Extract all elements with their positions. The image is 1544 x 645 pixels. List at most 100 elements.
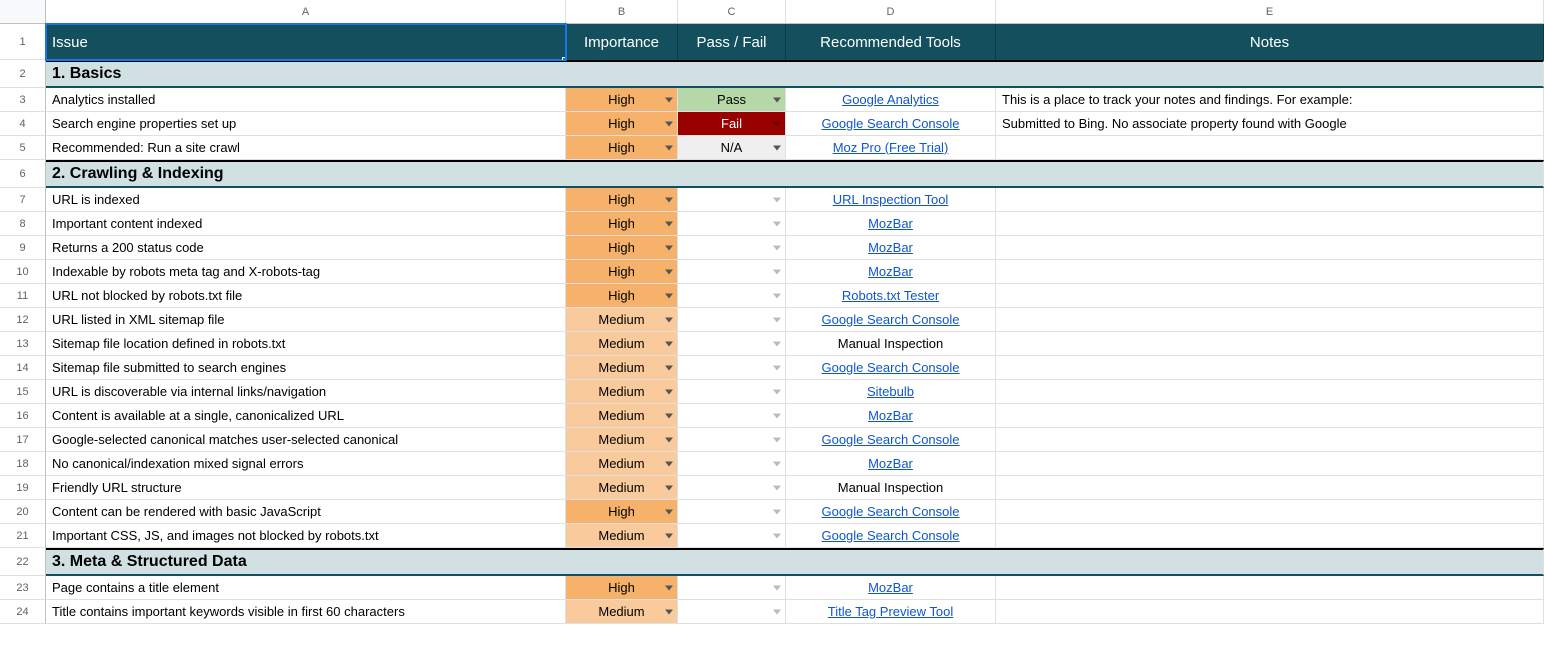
dropdown-arrow-icon[interactable] bbox=[773, 609, 781, 614]
tool-link[interactable]: Sitebulb bbox=[867, 384, 914, 399]
dropdown-arrow-icon[interactable] bbox=[773, 245, 781, 250]
cell-tool[interactable]: Google Search Console bbox=[786, 524, 996, 548]
row-header-16[interactable]: 16 bbox=[0, 404, 46, 428]
dropdown-arrow-icon[interactable] bbox=[773, 485, 781, 490]
cell-passfail[interactable] bbox=[678, 500, 786, 524]
tool-link[interactable]: Moz Pro (Free Trial) bbox=[833, 140, 949, 155]
cell-notes[interactable] bbox=[996, 236, 1544, 260]
dropdown-arrow-icon[interactable] bbox=[665, 461, 673, 466]
cell-tool[interactable]: Google Search Console bbox=[786, 356, 996, 380]
cell-notes[interactable] bbox=[996, 576, 1544, 600]
header-passfail[interactable]: Pass / Fail bbox=[678, 24, 786, 60]
cell-passfail[interactable] bbox=[678, 524, 786, 548]
cell-tool[interactable]: URL Inspection Tool bbox=[786, 188, 996, 212]
dropdown-arrow-icon[interactable] bbox=[773, 121, 781, 126]
section-header[interactable]: 2. Crawling & Indexing bbox=[46, 160, 1544, 188]
cell-passfail[interactable]: Pass bbox=[678, 88, 786, 112]
dropdown-arrow-icon[interactable] bbox=[665, 269, 673, 274]
tool-link[interactable]: Robots.txt Tester bbox=[842, 288, 939, 303]
dropdown-arrow-icon[interactable] bbox=[665, 485, 673, 490]
dropdown-arrow-icon[interactable] bbox=[773, 509, 781, 514]
cell-issue[interactable]: URL listed in XML sitemap file bbox=[46, 308, 566, 332]
dropdown-arrow-icon[interactable] bbox=[665, 221, 673, 226]
dropdown-arrow-icon[interactable] bbox=[773, 585, 781, 590]
cell-notes[interactable] bbox=[996, 476, 1544, 500]
cell-issue[interactable]: Friendly URL structure bbox=[46, 476, 566, 500]
row-header-20[interactable]: 20 bbox=[0, 500, 46, 524]
selection-handle[interactable] bbox=[562, 57, 566, 60]
row-header-15[interactable]: 15 bbox=[0, 380, 46, 404]
dropdown-arrow-icon[interactable] bbox=[773, 461, 781, 466]
dropdown-arrow-icon[interactable] bbox=[665, 121, 673, 126]
cell-tool[interactable]: Moz Pro (Free Trial) bbox=[786, 136, 996, 160]
row-header-7[interactable]: 7 bbox=[0, 188, 46, 212]
cell-passfail[interactable]: N/A bbox=[678, 136, 786, 160]
cell-notes[interactable] bbox=[996, 404, 1544, 428]
tool-link[interactable]: Google Search Console bbox=[821, 312, 959, 327]
dropdown-arrow-icon[interactable] bbox=[665, 317, 673, 322]
cell-issue[interactable]: Search engine properties set up bbox=[46, 112, 566, 136]
dropdown-arrow-icon[interactable] bbox=[665, 97, 673, 102]
tool-link[interactable]: MozBar bbox=[868, 580, 913, 595]
dropdown-arrow-icon[interactable] bbox=[665, 609, 673, 614]
cell-tool[interactable]: MozBar bbox=[786, 452, 996, 476]
dropdown-arrow-icon[interactable] bbox=[773, 97, 781, 102]
tool-link[interactable]: Google Search Console bbox=[821, 432, 959, 447]
tool-link[interactable]: Title Tag Preview Tool bbox=[828, 604, 954, 619]
cell-tool[interactable]: Google Search Console bbox=[786, 428, 996, 452]
row-header-2[interactable]: 2 bbox=[0, 60, 46, 88]
tool-link[interactable]: MozBar bbox=[868, 264, 913, 279]
dropdown-arrow-icon[interactable] bbox=[773, 437, 781, 442]
cell-tool[interactable]: Title Tag Preview Tool bbox=[786, 600, 996, 624]
cell-issue[interactable]: URL is indexed bbox=[46, 188, 566, 212]
col-header-E[interactable]: E bbox=[996, 0, 1544, 24]
cell-importance[interactable]: High bbox=[566, 188, 678, 212]
cell-passfail[interactable] bbox=[678, 332, 786, 356]
cell-issue[interactable]: Page contains a title element bbox=[46, 576, 566, 600]
cell-importance[interactable]: Medium bbox=[566, 476, 678, 500]
cell-tool[interactable]: MozBar bbox=[786, 260, 996, 284]
cell-importance[interactable]: Medium bbox=[566, 404, 678, 428]
tool-link[interactable]: MozBar bbox=[868, 216, 913, 231]
cell-passfail[interactable] bbox=[678, 576, 786, 600]
dropdown-arrow-icon[interactable] bbox=[773, 293, 781, 298]
cell-issue[interactable]: Sitemap file location defined in robots.… bbox=[46, 332, 566, 356]
row-header-13[interactable]: 13 bbox=[0, 332, 46, 356]
cell-issue[interactable]: Important content indexed bbox=[46, 212, 566, 236]
cell-passfail[interactable] bbox=[678, 260, 786, 284]
cell-passfail[interactable] bbox=[678, 600, 786, 624]
cell-tool[interactable]: Manual Inspection bbox=[786, 476, 996, 500]
dropdown-arrow-icon[interactable] bbox=[665, 145, 673, 150]
cell-importance[interactable]: Medium bbox=[566, 308, 678, 332]
cell-issue[interactable]: Recommended: Run a site crawl bbox=[46, 136, 566, 160]
dropdown-arrow-icon[interactable] bbox=[665, 389, 673, 394]
cell-issue[interactable]: URL is discoverable via internal links/n… bbox=[46, 380, 566, 404]
cell-passfail[interactable] bbox=[678, 212, 786, 236]
cell-notes[interactable] bbox=[996, 524, 1544, 548]
tool-link[interactable]: Google Analytics bbox=[842, 92, 939, 107]
dropdown-arrow-icon[interactable] bbox=[665, 197, 673, 202]
cell-notes[interactable] bbox=[996, 136, 1544, 160]
cell-issue[interactable]: URL not blocked by robots.txt file bbox=[46, 284, 566, 308]
tool-link[interactable]: Google Search Console bbox=[821, 504, 959, 519]
cell-passfail[interactable]: Fail bbox=[678, 112, 786, 136]
cell-issue[interactable]: Returns a 200 status code bbox=[46, 236, 566, 260]
cell-notes[interactable] bbox=[996, 500, 1544, 524]
cell-issue[interactable]: Indexable by robots meta tag and X-robot… bbox=[46, 260, 566, 284]
dropdown-arrow-icon[interactable] bbox=[665, 509, 673, 514]
cell-importance[interactable]: Medium bbox=[566, 332, 678, 356]
dropdown-arrow-icon[interactable] bbox=[773, 269, 781, 274]
row-header-11[interactable]: 11 bbox=[0, 284, 46, 308]
cell-passfail[interactable] bbox=[678, 428, 786, 452]
cell-importance[interactable]: High bbox=[566, 284, 678, 308]
cell-importance[interactable]: High bbox=[566, 136, 678, 160]
cell-importance[interactable]: Medium bbox=[566, 356, 678, 380]
cell-issue[interactable]: Content is available at a single, canoni… bbox=[46, 404, 566, 428]
cell-issue[interactable]: Sitemap file submitted to search engines bbox=[46, 356, 566, 380]
cell-importance[interactable]: Medium bbox=[566, 428, 678, 452]
cell-tool[interactable]: Google Analytics bbox=[786, 88, 996, 112]
col-header-A[interactable]: A bbox=[46, 0, 566, 24]
cell-issue[interactable]: No canonical/indexation mixed signal err… bbox=[46, 452, 566, 476]
row-header-6[interactable]: 6 bbox=[0, 160, 46, 188]
row-header-14[interactable]: 14 bbox=[0, 356, 46, 380]
